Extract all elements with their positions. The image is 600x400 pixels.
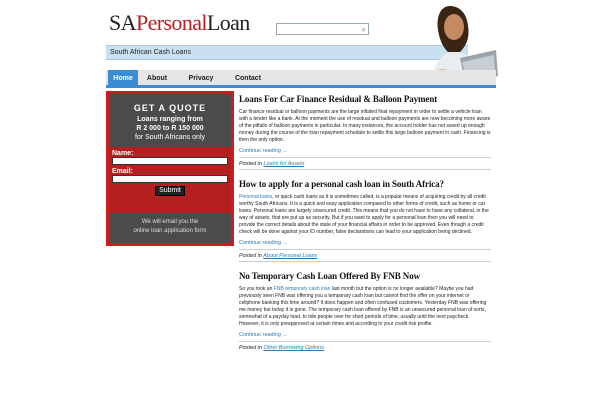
continue-reading-link[interactable]: Continue reading → [239,332,491,338]
nav-tab-privacy-policy[interactable]: Privacy Policy [178,70,224,100]
posted-in-label: Posted in [239,253,262,259]
logo-part-loan: Loan [206,10,250,35]
post-excerpt: Personal loans, or quick cash loans as i… [239,194,491,236]
submit-button[interactable]: Submit [155,186,185,196]
quote-form: Name: Email: Submit [109,147,231,213]
post-excerpt: So you took an FNB temporary cash loan l… [239,286,491,328]
post-meta: Posted in Loans for Assets [239,157,491,169]
post: Loans For Car Finance Residual & Balloon… [239,94,491,170]
search-input[interactable] [277,30,357,41]
quote-heading: GET A QUOTE [133,103,207,113]
post: How to apply for a personal cash loan in… [239,179,491,262]
post-divider [239,169,491,170]
post-meta: Posted in About Personal Loans [239,249,491,261]
posted-in-label: Posted in [239,161,262,167]
quote-subheading: Loans ranging from [137,116,203,123]
logo-part-personal: Personal [135,10,208,35]
site-logo[interactable]: SAPersonalLoan [109,10,250,36]
quote-range: R 2 000 to R 150 000 [136,125,204,132]
main-nav: Home About Privacy Policy Contact [106,70,496,100]
quote-audience: for South Africans only [134,134,206,141]
post-category-link[interactable]: About Personal Loans [263,253,317,259]
nav-tab-contact[interactable]: Contact [230,70,266,88]
search-box: ⌕ [276,23,369,41]
name-field[interactable] [112,157,228,165]
nav-tab-home[interactable]: Home [108,70,138,88]
personal-loans-link[interactable]: Personal loans [239,194,272,200]
post-list: Loans For Car Finance Residual & Balloon… [239,94,491,353]
quote-footer-line2: online loan application form [133,228,207,234]
page: SAPersonalLoan ⌕ South African Cash Loan… [0,0,600,400]
quote-footer-line1: We will email you the [141,219,199,225]
continue-reading-link[interactable]: Continue reading → [239,240,491,246]
post-excerpt: Car finance residual or balloon payments… [239,109,491,143]
post-category-link[interactable]: Loans for Assets [263,161,304,167]
post-category-link[interactable]: Other Borrowing Options [263,345,324,351]
nav-tab-about[interactable]: About [142,70,172,88]
continue-reading-link[interactable]: Continue reading → [239,148,491,154]
quote-widget: GET A QUOTE Loans ranging from R 2 000 t… [106,91,234,246]
fnb-temporary-cash-loan-link[interactable]: FNB temporary cash loan [274,286,331,292]
post-title[interactable]: How to apply for a personal cash loan in… [239,179,491,190]
post-title[interactable]: Loans For Car Finance Residual & Balloon… [239,94,491,105]
quote-footer: We will email you the online loan applic… [109,218,231,236]
search-icon[interactable]: ⌕ [362,24,366,35]
post-excerpt-text: , or quick cash loans as it is sometimes… [239,194,489,235]
post-meta: Posted in Other Borrowing Options [239,341,491,353]
post-excerpt-text: last month but the option is no longer a… [239,286,487,327]
email-label: Email: [112,168,134,175]
post-divider [239,261,491,262]
post: No Temporary Cash Loan Offered By FNB No… [239,271,491,353]
email-field[interactable] [112,175,228,183]
posted-in-label: Posted in [239,345,262,351]
name-label: Name: [112,150,134,157]
post-excerpt-lead: So you took an [239,286,274,292]
post-title[interactable]: No Temporary Cash Loan Offered By FNB No… [239,271,491,282]
logo-part-sa: SA [109,10,137,35]
